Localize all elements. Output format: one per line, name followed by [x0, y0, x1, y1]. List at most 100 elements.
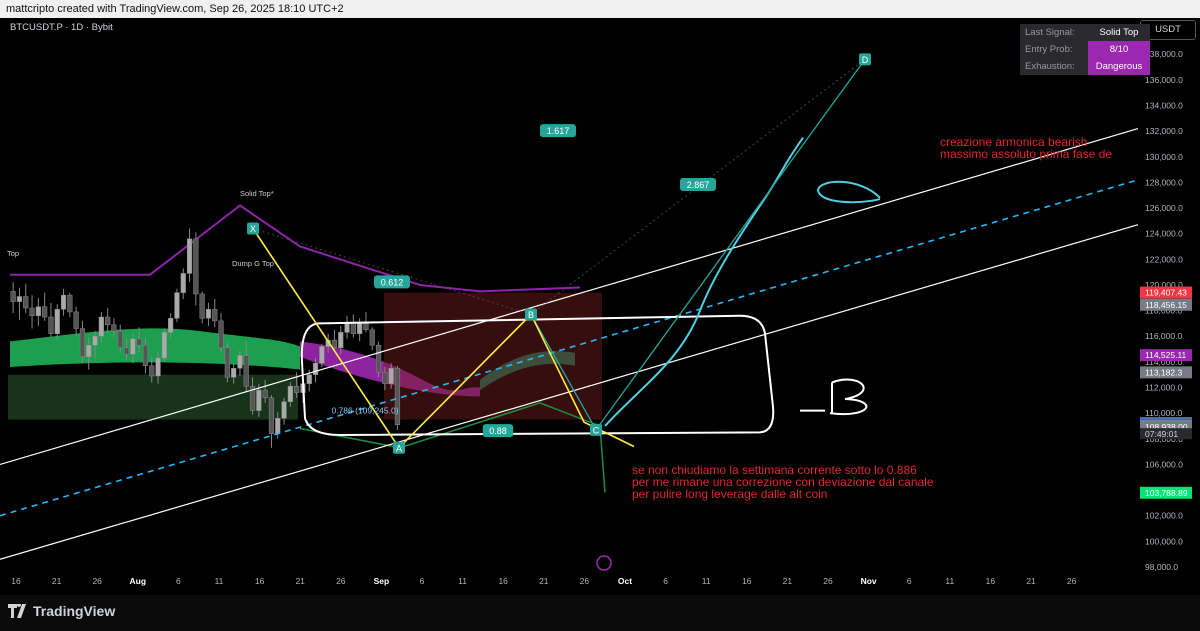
- time-tick-label: 16: [255, 576, 265, 586]
- time-tick-label: Oct: [618, 576, 632, 586]
- candle-body: [23, 296, 29, 309]
- candle-body: [117, 330, 123, 349]
- price-tick-label: 106,000.0: [1145, 459, 1183, 469]
- candle-body: [394, 368, 401, 425]
- candle-body: [155, 357, 161, 377]
- signal-value: 8/10: [1088, 41, 1150, 58]
- candle-body: [123, 347, 130, 355]
- time-tick-label: 21: [783, 576, 793, 586]
- fib-ratio-label: 0.612: [381, 277, 404, 287]
- time-tick-label: 26: [823, 576, 833, 586]
- candle-body: [42, 306, 48, 318]
- time-tick-label: 11: [458, 576, 467, 586]
- signal-key: Exhaustion:: [1020, 58, 1088, 75]
- candle-body: [199, 293, 205, 319]
- fib-ratio-label: 0.88: [489, 426, 507, 436]
- hand-drawn-c: [816, 180, 881, 204]
- price-tick-label: 126,000.0: [1145, 203, 1183, 213]
- candle-body: [142, 344, 149, 366]
- candle-body: [149, 365, 155, 377]
- time-tick-label: 26: [92, 576, 102, 586]
- footer-bar: TradingView: [0, 595, 1200, 631]
- candle-body: [35, 306, 41, 316]
- candle-body: [268, 397, 275, 434]
- candle-body: [243, 355, 249, 387]
- candle-body: [319, 346, 325, 364]
- candle-body: [218, 320, 224, 349]
- time-tick-label: 21: [52, 576, 62, 586]
- candle-body: [186, 238, 193, 274]
- harmonic-point-label: A: [396, 443, 402, 453]
- candle-body: [16, 296, 23, 302]
- time-tick-label: Sep: [374, 576, 390, 586]
- candle-body: [237, 355, 243, 369]
- candle-body: [331, 339, 338, 349]
- candle-body: [306, 374, 312, 384]
- candle-body: [168, 318, 174, 333]
- time-tick-label: Aug: [130, 576, 147, 586]
- candle-body: [60, 294, 67, 310]
- harmonic-point-label: X: [250, 224, 256, 234]
- price-tick-label: 116,000.0: [1145, 331, 1182, 341]
- harmonic-point-label: C: [593, 425, 600, 435]
- candle-body: [388, 368, 394, 384]
- symbol-title[interactable]: BTCUSDT.P · 1D · Bybit: [10, 22, 113, 33]
- candle-body: [287, 385, 293, 402]
- chart-window: mattcripto created with TradingView.com,…: [0, 0, 1200, 631]
- time-tick-label: 11: [702, 576, 711, 586]
- candle-body: [48, 316, 54, 334]
- event-lightning-icon: [596, 555, 612, 571]
- candle-body: [174, 292, 180, 319]
- indicator-signal-label: Top: [7, 249, 19, 258]
- candle-body: [130, 338, 136, 355]
- price-chart[interactable]: Solid Top* Top Dump G Top X A B C D 0.612 0.88 1.…: [0, 18, 1200, 595]
- candle-body: [256, 389, 262, 411]
- price-tick-label: 132,000.0: [1145, 126, 1183, 136]
- price-tick-label: 134,000.0: [1145, 100, 1183, 110]
- credit-text: mattcripto created with TradingView.com,…: [6, 3, 344, 15]
- price-tick-label: 122,000.0: [1145, 254, 1183, 264]
- candle-body: [29, 307, 35, 316]
- credit-bar: mattcripto created with TradingView.com,…: [0, 0, 1200, 18]
- candle-body: [212, 309, 218, 322]
- tradingview-logo-text: TradingView: [33, 603, 116, 619]
- price-marker-label: 118,456.15: [1145, 300, 1187, 310]
- price-marker-label: 119,407.43: [1145, 288, 1187, 298]
- candle-body: [86, 344, 92, 358]
- signal-key: Entry Prob:: [1020, 41, 1088, 58]
- candle-body: [79, 328, 86, 358]
- harmonic-point-label: B: [528, 310, 534, 320]
- candle-body: [224, 347, 230, 378]
- signal-panel: Last Signal: Solid Top Entry Prob: 8/10 Ex…: [1020, 24, 1150, 75]
- annotation-correction: se non chiudiamo la settimana corrente s…: [632, 463, 934, 501]
- tradingview-logo[interactable]: TradingView: [8, 603, 115, 619]
- time-tick-label: 11: [945, 576, 954, 586]
- candle-body: [54, 309, 60, 334]
- time-tick-label: 21: [295, 576, 305, 586]
- signal-value: Dangerous: [1088, 58, 1150, 75]
- candle-body: [111, 324, 117, 332]
- candle-body: [67, 294, 73, 313]
- price-tick-label: 128,000.0: [1145, 177, 1183, 187]
- time-tick-label: 16: [11, 576, 21, 586]
- time-tick-label: Nov: [861, 576, 877, 586]
- trend-ribbon-bull: [10, 328, 300, 370]
- indicator-signal-label: Solid Top*: [240, 189, 274, 198]
- candle-body: [312, 362, 319, 375]
- price-marker-label: 114,525.11: [1145, 350, 1187, 360]
- fib-ratio-label: 2.867: [687, 180, 710, 190]
- candle-body: [73, 311, 79, 329]
- time-tick-label: 16: [498, 576, 508, 586]
- price-tick-label: 124,000.0: [1145, 229, 1183, 239]
- time-tick-label: 26: [1067, 576, 1077, 586]
- time-tick-label: 21: [1026, 576, 1036, 586]
- candle-body: [136, 338, 142, 346]
- fib-ratio-label: 0.786 (109,245.0): [331, 406, 398, 416]
- candle-body: [161, 332, 167, 359]
- price-tick-label: 102,000.0: [1145, 511, 1183, 521]
- tradingview-logo-icon: [8, 604, 26, 618]
- candle-body: [180, 273, 186, 293]
- signal-row: Last Signal: Solid Top: [1020, 24, 1150, 41]
- indicator-signal-label: Dump G Top: [232, 259, 274, 268]
- signal-row: Entry Prob: 8/10: [1020, 41, 1150, 58]
